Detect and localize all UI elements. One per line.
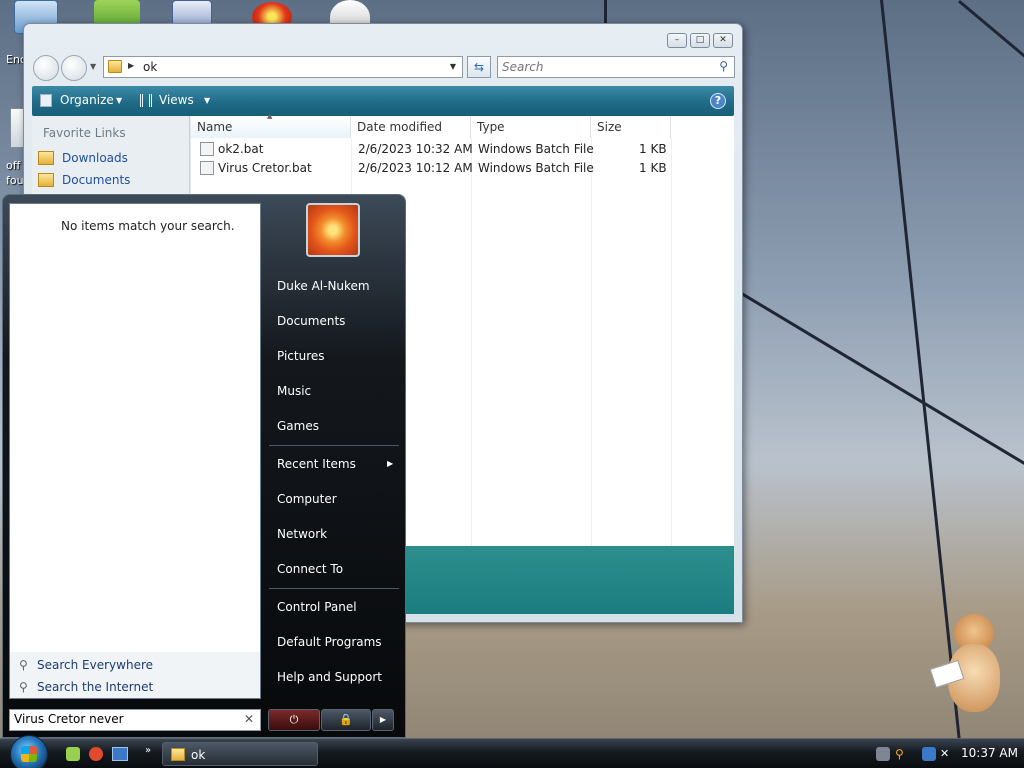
- forward-button[interactable]: [61, 55, 87, 81]
- refresh-button[interactable]: ⇆: [467, 56, 491, 78]
- no-results-message: No items match your search.: [61, 219, 235, 233]
- search-internet-link[interactable]: Search the Internet: [37, 680, 153, 694]
- organize-dropdown-icon[interactable]: ▼: [116, 96, 122, 105]
- volume-muted-icon[interactable]: ✕: [940, 747, 954, 761]
- start-search-input[interactable]: [14, 712, 234, 726]
- start-item-music[interactable]: Music: [277, 384, 311, 398]
- views-button[interactable]: Views: [159, 93, 194, 107]
- start-item-network[interactable]: Network: [277, 527, 327, 541]
- submenu-arrow-icon: ▶: [387, 459, 394, 468]
- show-desktop-icon[interactable]: [112, 747, 128, 761]
- clear-search-icon[interactable]: ✕: [244, 712, 254, 726]
- network-tray-icon[interactable]: [922, 747, 936, 761]
- views-icon: [140, 94, 152, 107]
- address-bar[interactable]: ▶ ok ▼: [103, 56, 463, 78]
- downloads-folder-icon: [38, 151, 54, 165]
- start-button[interactable]: [10, 735, 48, 768]
- nav-link-label[interactable]: Downloads: [62, 151, 128, 165]
- search-internet-icon: ⚲: [19, 680, 28, 694]
- start-search-box[interactable]: ✕: [9, 709, 261, 731]
- file-row[interactable]: Virus Cretor.bat 2/6/2023 10:12 AM Windo…: [191, 159, 671, 178]
- start-item-documents[interactable]: Documents: [277, 314, 345, 328]
- desktop-icon-label: off fou: [6, 159, 24, 187]
- start-item-help-support[interactable]: Help and Support: [277, 670, 382, 684]
- column-header-date[interactable]: Date modified: [351, 116, 471, 138]
- column-divider: [671, 138, 672, 546]
- back-button[interactable]: [33, 55, 59, 81]
- column-divider: [471, 138, 472, 546]
- file-date: 2/6/2023 10:32 AM: [358, 142, 473, 156]
- organize-button[interactable]: Organize: [60, 93, 114, 107]
- start-item-recent-items[interactable]: Recent Items: [277, 457, 356, 471]
- search-tray-icon[interactable]: ⚲: [895, 747, 909, 761]
- file-size: 1 KB: [639, 142, 667, 156]
- search-box[interactable]: ⚲: [497, 56, 735, 78]
- desktop-mascot-hamster[interactable]: [929, 614, 1006, 714]
- minimize-button[interactable]: –: [667, 33, 687, 48]
- file-name[interactable]: Virus Cretor.bat: [218, 161, 312, 175]
- batch-file-icon: [200, 161, 214, 175]
- folder-icon: [171, 748, 185, 761]
- tray-icon[interactable]: [876, 747, 890, 761]
- search-results-pane: No items match your search. ⚲ Search Eve…: [9, 203, 261, 699]
- navigation-pane: Favorite Links Downloads Documents: [32, 116, 190, 195]
- file-type: Windows Batch File: [478, 161, 594, 175]
- help-icon[interactable]: ?: [710, 93, 726, 109]
- file-size: 1 KB: [639, 161, 667, 175]
- quicklaunch-more-icon[interactable]: »: [145, 745, 151, 756]
- column-header-size[interactable]: Size: [591, 116, 671, 138]
- address-path[interactable]: ok: [143, 60, 157, 74]
- column-header-type[interactable]: Type: [471, 116, 591, 138]
- windows-logo-icon: [21, 746, 37, 762]
- taskbar-window-button[interactable]: ok: [162, 742, 318, 766]
- command-toolbar: Organize ▼ Views ▼ ?: [32, 86, 734, 116]
- start-item-control-panel[interactable]: Control Panel: [277, 600, 357, 614]
- start-item-user[interactable]: Duke Al-Nukem: [277, 279, 370, 293]
- nav-history-chevron-icon[interactable]: ▼: [90, 62, 96, 71]
- lock-button[interactable]: 🔒: [321, 709, 371, 731]
- start-item-default-programs[interactable]: Default Programs: [277, 635, 382, 649]
- wallpaper-cable: [958, 0, 1024, 61]
- start-item-games[interactable]: Games: [277, 419, 319, 433]
- file-row[interactable]: ok2.bat 2/6/2023 10:32 AM Windows Batch …: [191, 140, 671, 159]
- clock[interactable]: 10:37 AM: [961, 746, 1018, 760]
- close-button[interactable]: ✕: [713, 33, 733, 48]
- favorite-links-header: Favorite Links: [43, 126, 126, 140]
- nav-link-label[interactable]: Documents: [62, 173, 130, 187]
- taskbar: » ok ⚲ ✕ 10:37 AM: [0, 735, 1024, 768]
- folder-icon: [108, 60, 122, 73]
- start-menu[interactable]: No items match your search. ⚲ Search Eve…: [2, 194, 406, 738]
- search-everywhere-icon: ⚲: [19, 658, 28, 672]
- wallpaper-cable: [604, 0, 607, 24]
- sort-arrow-icon: ▲: [267, 112, 273, 120]
- search-input[interactable]: [502, 60, 702, 74]
- user-picture[interactable]: [306, 203, 360, 257]
- file-name[interactable]: ok2.bat: [218, 142, 263, 156]
- quicklaunch-icon[interactable]: [66, 747, 80, 761]
- search-everywhere-link[interactable]: Search Everywhere: [37, 658, 153, 672]
- breadcrumb-arrow-icon[interactable]: ▶: [128, 61, 134, 70]
- start-item-connect-to[interactable]: Connect To: [277, 562, 343, 576]
- documents-folder-icon: [38, 173, 54, 187]
- quicklaunch-icon[interactable]: [89, 747, 103, 761]
- column-divider: [591, 138, 592, 546]
- search-icon[interactable]: ⚲: [719, 59, 728, 73]
- wallpaper-cable: [740, 292, 1024, 470]
- address-dropdown-icon[interactable]: ▼: [450, 62, 456, 71]
- batch-file-icon: [200, 142, 214, 156]
- desktop-icon-document[interactable]: [10, 108, 24, 148]
- views-dropdown-icon[interactable]: ▼: [204, 96, 210, 105]
- power-button[interactable]: ⏻: [268, 709, 320, 731]
- menu-separator: [269, 445, 399, 446]
- start-item-computer[interactable]: Computer: [277, 492, 337, 506]
- maximize-button[interactable]: □: [690, 33, 710, 48]
- file-date: 2/6/2023 10:12 AM: [358, 161, 473, 175]
- shutdown-options-arrow[interactable]: ▶: [372, 709, 394, 731]
- taskbar-window-label: ok: [191, 748, 206, 762]
- organize-icon: [40, 94, 52, 107]
- start-item-pictures[interactable]: Pictures: [277, 349, 325, 363]
- file-type: Windows Batch File: [478, 142, 594, 156]
- menu-separator: [269, 588, 399, 589]
